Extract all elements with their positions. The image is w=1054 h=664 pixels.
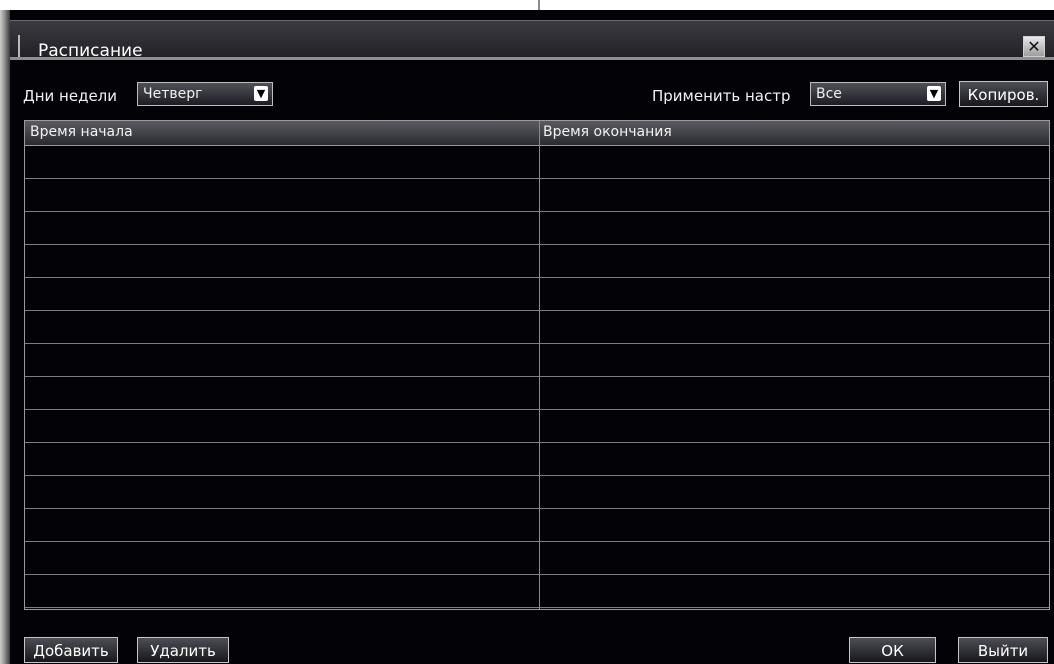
weekday-value: Четверг bbox=[143, 86, 203, 102]
apply-settings-value: Все bbox=[816, 86, 842, 102]
background-notch bbox=[538, 0, 540, 10]
table-row[interactable] bbox=[25, 509, 1049, 542]
table-row[interactable] bbox=[25, 377, 1049, 410]
apply-settings-label: Применить настр bbox=[652, 87, 791, 105]
table-row[interactable] bbox=[25, 476, 1049, 509]
copy-button[interactable]: Копиров. bbox=[959, 81, 1048, 107]
weekday-select[interactable]: Четверг ▼ bbox=[137, 82, 273, 106]
table-row[interactable] bbox=[25, 179, 1049, 212]
window-bezel bbox=[0, 10, 10, 664]
background-strip bbox=[0, 0, 1054, 10]
table-row[interactable] bbox=[25, 311, 1049, 344]
end-time-header: Время окончания bbox=[543, 124, 672, 140]
weekday-label: Дни недели bbox=[23, 87, 118, 105]
table-row[interactable] bbox=[25, 278, 1049, 311]
table-row[interactable] bbox=[25, 410, 1049, 443]
table-header: Время начала Время окончания bbox=[25, 121, 1049, 146]
add-button[interactable]: Добавить bbox=[24, 637, 118, 663]
table-row[interactable] bbox=[25, 212, 1049, 245]
table-row[interactable] bbox=[25, 245, 1049, 278]
close-icon: ✕ bbox=[1027, 37, 1041, 56]
table-row[interactable] bbox=[25, 146, 1049, 179]
table-row[interactable] bbox=[25, 443, 1049, 476]
ok-button[interactable]: ОК bbox=[849, 637, 936, 663]
start-time-header: Время начала bbox=[30, 124, 133, 140]
chevron-down-icon: ▼ bbox=[927, 86, 941, 101]
schedule-table: Время начала Время окончания bbox=[24, 120, 1050, 610]
table-row[interactable] bbox=[25, 344, 1049, 377]
close-button[interactable]: ✕ bbox=[1023, 36, 1045, 57]
chevron-down-icon: ▼ bbox=[254, 86, 268, 101]
table-row[interactable] bbox=[25, 575, 1049, 608]
delete-button[interactable]: Удалить bbox=[137, 637, 229, 663]
table-row[interactable] bbox=[25, 542, 1049, 575]
exit-button[interactable]: Выйти bbox=[958, 637, 1048, 663]
apply-settings-select[interactable]: Все ▼ bbox=[810, 82, 946, 106]
